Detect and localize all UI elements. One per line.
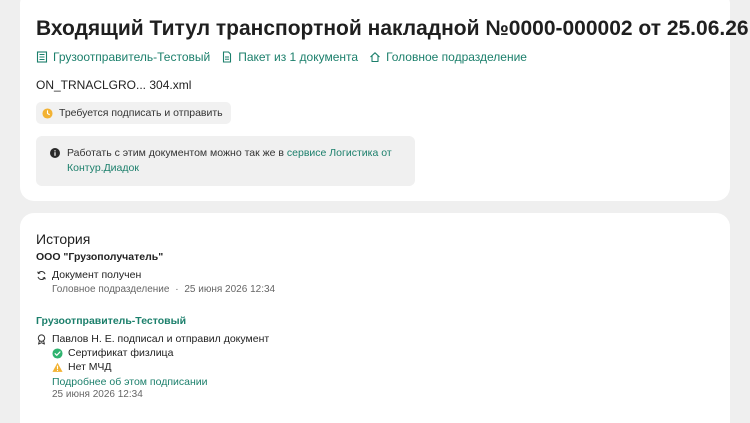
file-name-link[interactable]: ON_TRNACLGRO... 304.xml — [36, 78, 191, 92]
signing-details-link[interactable]: Подробнее об этом подписании — [52, 376, 208, 388]
received-department: Головное подразделение — [52, 284, 170, 295]
received-action: Документ получен — [52, 269, 142, 281]
status-badge: Требуется подписать и отправить — [36, 102, 231, 124]
check-circle-icon — [52, 347, 63, 359]
clock-icon — [42, 107, 53, 119]
history-card: История ООО "Грузополучатель" Документ п… — [20, 213, 730, 423]
home-icon — [370, 52, 380, 63]
sender-label: Грузоотправитель-Тестовый — [53, 50, 211, 64]
warning-triangle-icon — [52, 362, 63, 372]
meta-separator: · — [175, 284, 179, 295]
sync-icon — [37, 270, 46, 280]
status-text: Требуется подписать и отправить — [59, 107, 223, 119]
mchd-text: Нет МЧД — [68, 361, 112, 373]
package-link[interactable]: Пакет из 1 документа — [221, 50, 358, 64]
info-text-before: Работать с этим документом можно так же … — [67, 147, 284, 159]
mchd-line: Нет МЧД — [52, 361, 112, 373]
page-title: Входящий Титул транспортной накладной №0… — [36, 17, 749, 40]
certificate-text: Сертификат физлица — [68, 347, 174, 359]
signed-timestamp: 25 июня 2026 12:34 — [52, 389, 143, 400]
building-icon — [36, 51, 48, 63]
history-title: История — [36, 231, 91, 247]
department-link[interactable]: Головное подразделение — [369, 50, 527, 64]
history-event-received: Документ получен — [36, 269, 141, 281]
sender-link[interactable]: Грузоотправитель-Тестовый — [36, 50, 210, 64]
sender-org-link[interactable]: Грузоотправитель-Тестовый — [36, 315, 186, 327]
department-label: Головное подразделение — [386, 50, 527, 64]
info-text: Работать с этим документом можно так же … — [67, 146, 403, 186]
document-meta-row: Грузоотправитель-Тестовый Пакет из 1 док… — [36, 50, 527, 64]
receiver-org-name: ООО "Грузополучатель" — [36, 251, 164, 263]
package-label: Пакет из 1 документа — [238, 50, 359, 64]
document-icon — [223, 51, 232, 63]
info-banner: Работать с этим документом можно так же … — [36, 136, 415, 186]
history-event-signed: Павлов Н. Е. подписал и отправил докумен… — [36, 333, 269, 345]
signature-badge-icon — [37, 333, 46, 345]
info-icon — [50, 148, 60, 158]
received-timestamp: 25 июня 2026 12:34 — [184, 284, 276, 295]
received-meta: Головное подразделение · 25 июня 2026 12… — [52, 284, 275, 295]
signed-action: Павлов Н. Е. подписал и отправил докумен… — [52, 333, 270, 345]
certificate-line: Сертификат физлица — [52, 347, 173, 359]
document-card: Входящий Титул транспортной накладной №0… — [20, 0, 749, 201]
